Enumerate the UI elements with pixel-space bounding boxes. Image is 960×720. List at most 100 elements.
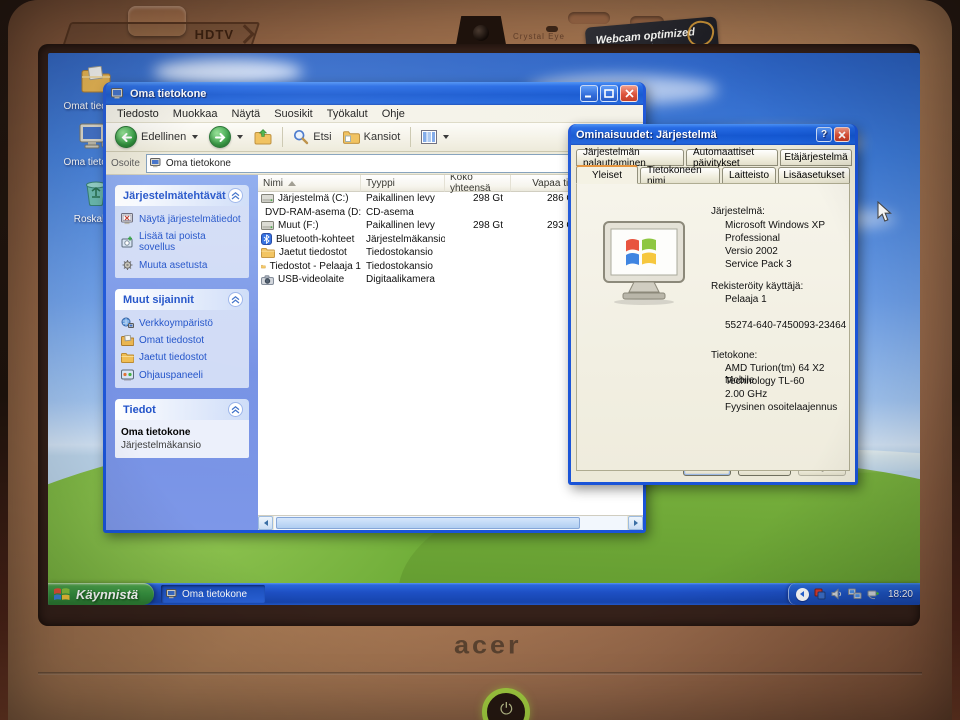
tab-system-restore[interactable]: Järjestelmän palauttaminen [576, 147, 684, 169]
back-dropdown-caret [192, 135, 199, 139]
toolbar-separator [410, 127, 412, 147]
start-label: Käynnistä [76, 586, 139, 602]
back-label: Edellinen [141, 131, 187, 143]
dialog-titlebar[interactable]: Ominaisuudet: Järjestelmä ? [571, 124, 855, 145]
hide-icons-chevron-button[interactable] [795, 587, 809, 601]
address-field[interactable]: Oma tietokone [145, 153, 638, 173]
up-button[interactable] [251, 127, 275, 147]
toolbar-separator [282, 127, 284, 147]
scrollbar-thumb[interactable] [276, 517, 580, 529]
place-my-documents[interactable]: Omat tiedostot [121, 335, 243, 346]
windows-flag-icon [54, 587, 70, 600]
webcam-name-label: Crystal Eye [513, 32, 565, 41]
menu-muokkaa[interactable]: Muokkaa [166, 108, 225, 120]
task-pane: Järjestelmätehtävät Näytä järjestelmätie… [106, 175, 258, 530]
menu-bar: Tiedosto Muokkaa Näytä Suosikit Työkalut… [106, 105, 643, 123]
control-panel-icon [121, 369, 134, 381]
hinge-seam [38, 672, 922, 675]
scroll-left-button[interactable] [258, 516, 273, 530]
my-documents-icon [121, 335, 134, 346]
network-tray-icon[interactable] [847, 588, 862, 600]
back-arrow-icon [115, 126, 137, 148]
column-header-type[interactable]: Tyyppi [361, 175, 445, 192]
camera-icon [261, 275, 274, 285]
collapse-chevron-button[interactable] [228, 402, 243, 417]
back-button[interactable]: Edellinen [112, 124, 201, 150]
minimize-button[interactable] [580, 85, 598, 102]
taskbar: Käynnistä Oma tietokone 18:20 [48, 583, 920, 605]
chevron-up-icon [231, 295, 240, 303]
up-folder-icon [254, 129, 272, 145]
folder-icon [261, 264, 266, 269]
computer-label: Tietokone: [711, 350, 758, 361]
task-view-system-info[interactable]: Näytä järjestelmätiedot [121, 213, 243, 225]
place-network[interactable]: Verkkoympäristö [121, 317, 243, 329]
place-shared-documents[interactable]: Jaetut tiedostot [121, 352, 243, 363]
dialog-close-button[interactable] [834, 127, 850, 142]
system-info-icon [121, 213, 133, 225]
panel-header-other-places[interactable]: Muut sijainnit [115, 289, 249, 310]
system-tray: 18:20 [787, 583, 920, 605]
forward-button[interactable] [206, 124, 246, 150]
maximize-button[interactable] [600, 85, 618, 102]
task-add-remove-programs[interactable]: Lisää tai poista sovellus [121, 231, 243, 253]
acer-logo: acer [454, 631, 522, 659]
column-header-name[interactable]: Nimi [258, 175, 361, 192]
panel-title: Muut sijainnit [123, 293, 194, 306]
task-change-setting[interactable]: Muuta asetusta [121, 259, 243, 271]
collapse-chevron-button[interactable] [228, 188, 243, 203]
address-value: Oma tietokone [165, 157, 231, 169]
clock: 18:20 [887, 588, 913, 600]
menu-nayta[interactable]: Näytä [224, 108, 267, 120]
menu-tiedosto[interactable]: Tiedosto [110, 108, 166, 120]
scroll-right-button[interactable] [628, 516, 643, 530]
place-label: Ohjauspaneeli [139, 369, 203, 381]
explorer-titlebar[interactable]: Oma tietokone [106, 82, 643, 105]
tab-remote[interactable]: Etäjärjestelmä [780, 149, 852, 166]
collapse-chevron-button[interactable] [228, 292, 243, 307]
hard-drive-icon [261, 194, 274, 204]
search-label: Etsi [313, 131, 332, 143]
panel-header-details[interactable]: Tiedot [115, 399, 249, 420]
views-icon [421, 130, 438, 144]
start-button[interactable]: Käynnistä [48, 583, 154, 605]
windows-monitor-icon [603, 221, 685, 305]
bluetooth-icon [261, 233, 272, 246]
hard-drive-icon [261, 221, 274, 231]
gear-icon [122, 260, 133, 270]
details-name: Oma tietokone [121, 427, 191, 438]
task-item-label: Muuta asetusta [139, 259, 208, 271]
close-button[interactable] [620, 85, 638, 102]
forward-dropdown-caret [237, 135, 244, 139]
shared-folder-icon [121, 353, 134, 363]
general-tab-page: Järjestelmä: Microsoft Windows XP Profes… [576, 183, 850, 471]
explorer-window: Oma tietokone Tiedosto Muokkaa Näytä Suo… [103, 82, 646, 533]
tab-computer-name[interactable]: Tietokoneen nimi [640, 165, 720, 187]
folders-button[interactable]: Kansiot [340, 128, 404, 146]
place-label: Verkkoympäristö [139, 317, 213, 329]
microphone-hole [546, 26, 558, 32]
window-title: Oma tietokone [130, 87, 207, 100]
menu-ohje[interactable]: Ohje [375, 108, 412, 120]
help-button[interactable]: ? [816, 127, 832, 142]
panel-title: Tiedot [123, 403, 156, 416]
place-control-panel[interactable]: Ohjauspaneeli [121, 369, 243, 381]
tab-automatic-updates[interactable]: Automaattiset päivitykset [686, 147, 778, 169]
system-line: Professional [725, 233, 781, 244]
volume-tray-icon[interactable] [831, 588, 843, 600]
laptop-bezel: HDTV Crystal Eye Webcam optimized for vi… [8, 0, 952, 720]
tab-general[interactable]: Yleiset [576, 165, 638, 184]
views-button[interactable] [418, 128, 452, 146]
menu-tyokalut[interactable]: Työkalut [320, 108, 375, 120]
menu-suosikit[interactable]: Suosikit [267, 108, 320, 120]
scrollbar-track[interactable] [274, 516, 627, 530]
column-header-total-size[interactable]: Koko yhteensä [445, 175, 511, 194]
taskbar-item-my-computer[interactable]: Oma tietokone [161, 585, 265, 603]
search-button[interactable]: Etsi [290, 127, 334, 147]
panel-header-system-tasks[interactable]: Järjestelmätehtävät [115, 185, 249, 206]
lid-latch [568, 12, 610, 24]
safely-remove-hardware-icon[interactable] [867, 589, 880, 600]
tab-hardware[interactable]: Laitteisto [722, 167, 776, 184]
tab-advanced[interactable]: Lisäasetukset [778, 167, 850, 184]
security-tray-icon[interactable] [814, 588, 826, 600]
